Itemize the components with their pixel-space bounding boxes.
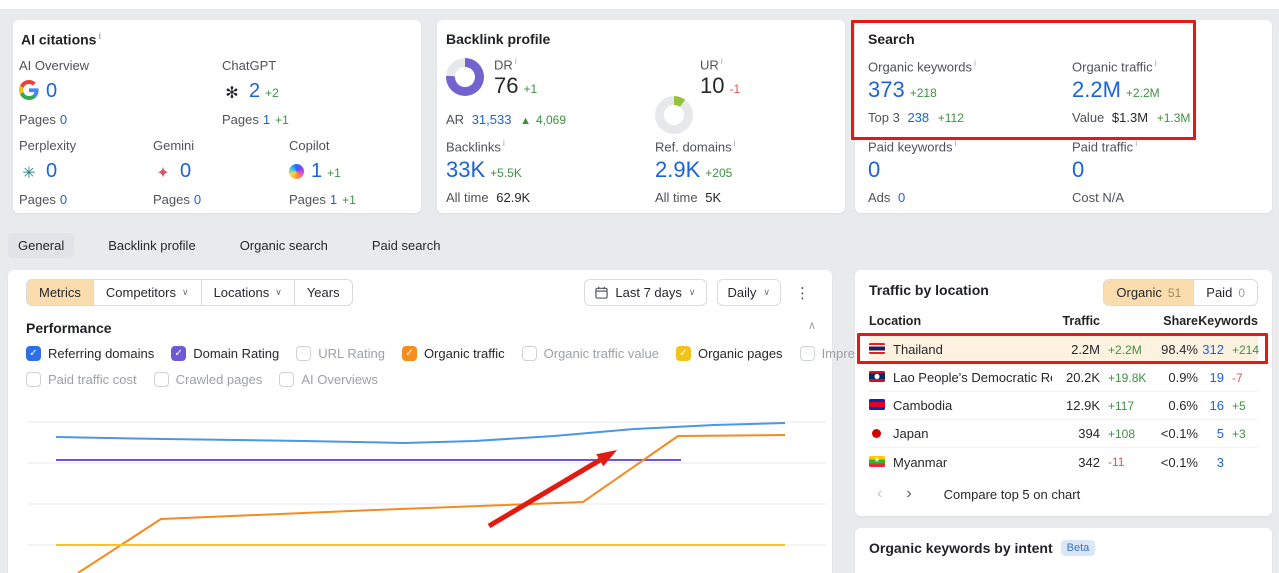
- paid-toggle-button[interactable]: Paid 0: [1193, 279, 1258, 306]
- organic-traffic-value: 2.2M +2.2M: [1072, 77, 1160, 102]
- checkbox-crawled-pages[interactable]: Crawled pages: [153, 372, 262, 387]
- collapse-chevron-up-icon[interactable]: ∧: [808, 319, 816, 332]
- info-icon[interactable]: i: [955, 138, 957, 148]
- search-title: Search: [868, 31, 915, 47]
- ai-overview-value: 0: [46, 80, 58, 102]
- info-icon[interactable]: i: [721, 56, 723, 66]
- ai-item-chatgpt: ChatGPT ✻ 2 +2 Pages 1 +1: [222, 58, 289, 127]
- location-table-header: Location Traffic Share Keywords: [869, 314, 1258, 336]
- location-row-cambodia[interactable]: Cambodia 12.9K +117 0.6% 16 +5: [869, 392, 1258, 420]
- checkbox-url-rating[interactable]: URL Rating: [296, 346, 385, 361]
- competitors-button[interactable]: Competitors ∨: [92, 279, 202, 306]
- location-row-laos[interactable]: Lao People's Democratic Republic 20.2K +…: [869, 364, 1258, 392]
- years-button[interactable]: Years: [293, 279, 353, 306]
- checkbox-paid-traffic-cost[interactable]: Paid traffic cost: [26, 372, 137, 387]
- paid-traffic-value: 0: [1072, 157, 1085, 182]
- next-page-icon[interactable]: ›: [906, 486, 911, 502]
- info-icon[interactable]: i: [1135, 138, 1137, 148]
- traffic-by-location-title: Traffic by location: [869, 282, 989, 298]
- google-icon: [19, 80, 39, 100]
- dr-value: 76 +1: [494, 73, 538, 98]
- checkbox-organic-traffic[interactable]: ✓ Organic traffic: [401, 346, 505, 361]
- tab-paid-search[interactable]: Paid search: [362, 233, 451, 258]
- cambodia-flag-icon: [869, 399, 885, 410]
- checkbox-organic-pages[interactable]: ✓ Organic pages: [676, 346, 783, 361]
- checkbox-domain-rating[interactable]: ✓ Domain Rating: [171, 346, 279, 361]
- paid-keywords-value: 0: [868, 157, 881, 182]
- perplexity-icon: ✳: [22, 165, 36, 182]
- copilot-icon: [289, 164, 304, 179]
- section-tabs: General Backlink profile Organic search …: [8, 233, 451, 258]
- ai-citations-title: AI citations i: [21, 31, 101, 48]
- granularity-button[interactable]: Daily ∨: [716, 279, 781, 306]
- top-strip: [0, 0, 1279, 9]
- chatgpt-icon: ✻: [225, 85, 239, 102]
- tab-backlink-profile[interactable]: Backlink profile: [98, 233, 205, 258]
- chevron-down-icon: ∨: [688, 287, 696, 297]
- laos-flag-icon: [869, 371, 885, 382]
- location-table-footer: ‹ › Compare top 5 on chart: [877, 486, 1080, 502]
- backlink-profile-card: Backlink profile DR i 76 +1 AR 31,533 ▲ 4,0…: [437, 20, 845, 213]
- checkbox-referring-domains[interactable]: ✓ Referring domains: [26, 346, 154, 361]
- thailand-flag-icon: [869, 343, 885, 354]
- checkbox-organic-traffic-value[interactable]: Organic traffic value: [521, 346, 659, 361]
- compare-top5-link[interactable]: Compare top 5 on chart: [944, 487, 1081, 502]
- backlinks-value: 33K +5.5K: [446, 157, 522, 182]
- japan-flag-icon: [872, 429, 881, 438]
- location-row-thailand[interactable]: Thailand 2.2M +2.2M 98.4% 312 +214: [869, 336, 1259, 364]
- tab-general[interactable]: General: [8, 233, 75, 258]
- ref-domains-value: 2.9K +205: [655, 157, 733, 182]
- chevron-down-icon: ∨: [275, 287, 282, 297]
- chevron-down-icon: ∨: [763, 287, 770, 297]
- checkbox-ai-overviews[interactable]: AI Overviews: [279, 372, 378, 387]
- performance-card: Metrics Competitors ∨ Locations ∨ Years La…: [8, 270, 992, 573]
- ai-item-copilot: Copilot 1 +1 Pages 1 +1: [289, 138, 356, 207]
- date-range-button[interactable]: Last 7 days ∨: [584, 279, 707, 306]
- ur-donut: [655, 96, 693, 134]
- dr-donut: [446, 58, 484, 96]
- beta-badge: Beta: [1060, 540, 1096, 556]
- info-icon[interactable]: i: [515, 56, 517, 66]
- info-icon[interactable]: i: [1155, 58, 1157, 68]
- ar-line: AR 31,533 ▲ 4,069: [446, 112, 566, 127]
- organic-keywords-value: 373 +218: [868, 77, 937, 102]
- performance-title: Performance: [26, 320, 112, 336]
- location-row-japan[interactable]: Japan 394 +108 <0.1% 5 +3: [869, 420, 1258, 448]
- search-card: Search Organic keywords i 373 +218 Top 3 2…: [855, 20, 1272, 213]
- metrics-button[interactable]: Metrics: [26, 279, 94, 306]
- myanmar-flag-icon: [869, 455, 885, 467]
- ai-item-gemini: Gemini ✦ 0 Pages 0: [153, 138, 202, 207]
- backlink-profile-title: Backlink profile: [446, 31, 551, 47]
- chart-mode-group: Metrics Competitors ∨ Locations ∨ Years: [26, 279, 353, 306]
- keywords-by-intent-card: Organic keywords by intent Beta: [855, 528, 1272, 573]
- organic-paid-toggle: Organic 51 Paid 0: [1103, 279, 1258, 306]
- ur-value: 10 -1: [700, 73, 741, 98]
- tab-organic-search[interactable]: Organic search: [230, 233, 338, 258]
- performance-line-chart: [28, 421, 826, 573]
- metric-checkbox-row-2: Paid traffic cost Crawled pages AI Overv…: [26, 372, 378, 387]
- dashboard-page: AI citations i AI Overview 0 Pages 0 ChatG…: [0, 0, 1279, 573]
- ai-citations-card: AI citations i AI Overview 0 Pages 0 ChatG…: [13, 20, 421, 213]
- info-icon[interactable]: i: [974, 58, 976, 68]
- more-options-kebab-icon[interactable]: ⋮: [791, 284, 814, 302]
- metric-checkbox-row-1: ✓ Referring domains ✓ Domain Rating URL Ra…: [26, 346, 992, 361]
- info-icon[interactable]: i: [98, 31, 101, 41]
- chevron-down-icon: ∨: [181, 287, 189, 297]
- organic-toggle-button[interactable]: Organic 51: [1103, 279, 1195, 306]
- keywords-by-intent-title: Organic keywords by intent Beta: [869, 540, 1096, 556]
- traffic-by-location-card: Traffic by location Organic 51 Paid 0 Loca…: [855, 270, 1272, 516]
- gemini-icon: ✦: [156, 165, 170, 182]
- ai-item-ai-overview: AI Overview 0 Pages 0: [19, 58, 90, 127]
- info-icon[interactable]: i: [503, 138, 505, 148]
- ai-item-perplexity: Perplexity ✳ 0 Pages 0: [19, 138, 77, 207]
- calendar-icon: [595, 286, 609, 299]
- info-icon[interactable]: i: [734, 138, 736, 148]
- locations-button[interactable]: Locations ∨: [200, 279, 295, 306]
- location-row-myanmar[interactable]: Myanmar 342 -11 <0.1% 3: [869, 448, 1258, 476]
- prev-page-icon[interactable]: ‹: [877, 486, 882, 502]
